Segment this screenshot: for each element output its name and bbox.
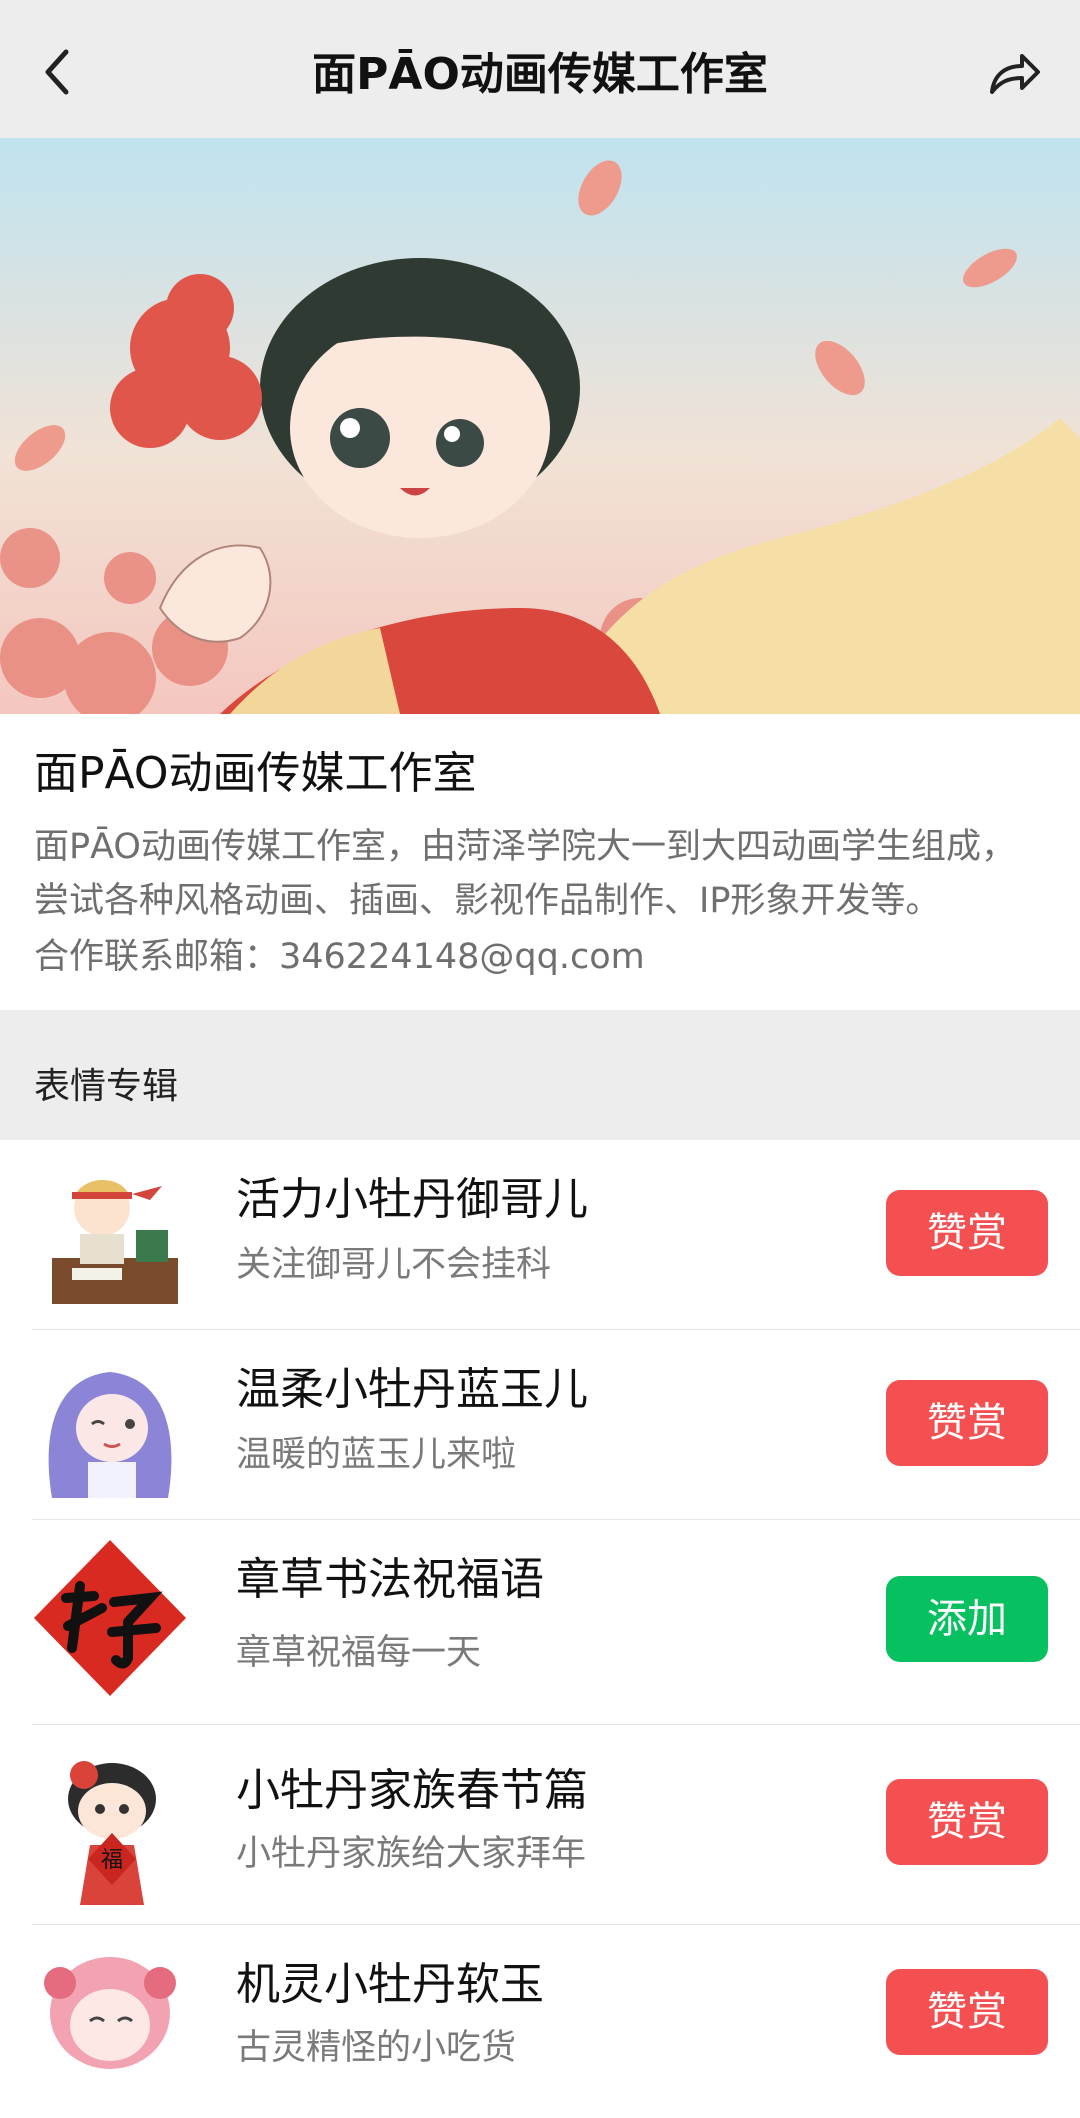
reward-button[interactable]: 赞赏 [886, 1969, 1048, 2055]
album-name: 章草书法祝福语 [236, 1554, 544, 1605]
album-thumbnail [32, 1943, 188, 2073]
svg-text:福: 福 [101, 1848, 123, 1873]
top-nav-bar: 面PĀO动画传媒工作室 [0, 0, 1080, 138]
list-item[interactable]: 温柔小牡丹蓝玉儿 温暖的蓝玉儿来啦 赞赏 [32, 1330, 1080, 1520]
album-name: 小牡丹家族春节篇 [236, 1765, 588, 1816]
album-thumbnail [32, 1168, 188, 1308]
studio-name: 面PĀO动画传媒工作室 [34, 748, 477, 799]
list-item[interactable]: 章草书法祝福语 章草祝福每一天 添加 [32, 1520, 1080, 1725]
list-item[interactable]: 机灵小牡丹软玉 古灵精怪的小吃货 赞赏 [32, 1925, 1080, 2069]
album-subtitle: 古灵精怪的小吃货 [236, 2028, 517, 2068]
album-name: 温柔小牡丹蓝玉儿 [236, 1364, 588, 1415]
album-subtitle: 关注御哥儿不会挂科 [236, 1245, 552, 1285]
album-name: 活力小牡丹御哥儿 [236, 1174, 588, 1225]
reward-button[interactable]: 赞赏 [886, 1779, 1048, 1865]
album-thumbnail: 福 [32, 1755, 188, 1905]
share-arrow-icon[interactable] [984, 44, 1042, 102]
section-title: 表情专辑 [0, 1010, 1080, 1140]
profile-info: 面PĀO动画传媒工作室 面PĀO动画传媒工作室，由菏泽学院大一到大四动画学生组成… [0, 714, 1080, 1010]
cover-illustration [0, 138, 1080, 714]
studio-description: 面PĀO动画传媒工作室，由菏泽学院大一到大四动画学生组成，尝试各种风格动画、插画… [34, 827, 1016, 921]
contact-email: 合作联系邮箱：346224148@qq.com [34, 937, 645, 977]
album-list: 活力小牡丹御哥儿 关注御哥儿不会挂科 赞赏 温柔小牡丹蓝玉儿 温暖的蓝玉儿来啦 … [0, 1140, 1080, 2069]
album-subtitle: 章草祝福每一天 [236, 1633, 482, 1673]
album-subtitle: 温暖的蓝玉儿来啦 [236, 1435, 517, 1475]
album-subtitle: 小牡丹家族给大家拜年 [236, 1834, 587, 1874]
reward-button[interactable]: 赞赏 [886, 1190, 1048, 1276]
album-thumbnail [32, 1538, 188, 1698]
list-item[interactable]: 福 小牡丹家族春节篇 小牡丹家族给大家拜年 赞赏 [32, 1725, 1080, 1925]
list-item[interactable]: 活力小牡丹御哥儿 关注御哥儿不会挂科 赞赏 [32, 1140, 1080, 1330]
page-title: 面PĀO动画传媒工作室 [312, 49, 768, 100]
reward-button[interactable]: 赞赏 [886, 1380, 1048, 1466]
album-name: 机灵小牡丹软玉 [236, 1959, 544, 2010]
chevron-left-icon[interactable] [36, 44, 84, 100]
add-button[interactable]: 添加 [886, 1576, 1048, 1662]
album-thumbnail [32, 1358, 188, 1498]
